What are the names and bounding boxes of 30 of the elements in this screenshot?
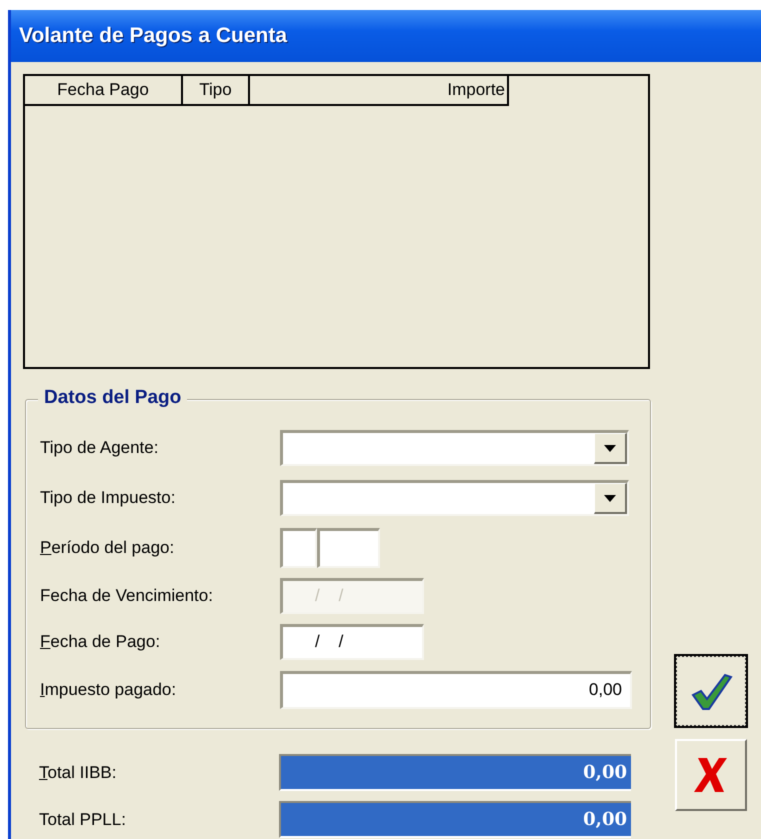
field-label: Fecha de Vencimiento:	[40, 586, 214, 606]
ok-button[interactable]	[675, 655, 747, 727]
window-title: Volante de Pagos a Cuenta	[19, 24, 288, 48]
field-label: Fecha de Pago:	[40, 632, 162, 652]
total-field: 0,00	[279, 754, 631, 791]
caret-icon	[604, 494, 616, 502]
group-title: Datos del Pago	[38, 387, 188, 409]
dropdown-field[interactable]	[280, 480, 629, 516]
dropdown-button[interactable]	[594, 483, 627, 514]
x-icon	[694, 756, 728, 794]
checkmark-icon	[689, 671, 733, 711]
total-field: 0,00	[279, 801, 631, 838]
field-label: Período del pago:	[40, 538, 176, 558]
amount-field[interactable]: 0,00	[280, 671, 632, 709]
total-label: Total PPLL:	[39, 810, 127, 830]
dropdown-button[interactable]	[594, 433, 627, 464]
field-label: Tipo de Agente:	[40, 438, 160, 458]
date-field[interactable]: / /	[280, 624, 424, 660]
input-field[interactable]	[280, 528, 317, 568]
column-header[interactable]: Importe	[250, 76, 509, 104]
dropdown-field[interactable]	[280, 430, 629, 466]
column-header[interactable]: Fecha Pago	[25, 76, 183, 104]
field-label: Tipo de Impuesto:	[40, 488, 176, 508]
total-label: Total IIBB:	[39, 762, 118, 782]
payments-list[interactable]: Fecha Pago Tipo Importe	[23, 74, 650, 369]
caret-icon	[604, 444, 616, 452]
cancel-button[interactable]	[675, 739, 747, 811]
field-label: Impuesto pagado:	[40, 680, 178, 700]
input-field[interactable]	[317, 528, 380, 568]
column-header[interactable]: Tipo	[183, 76, 250, 104]
